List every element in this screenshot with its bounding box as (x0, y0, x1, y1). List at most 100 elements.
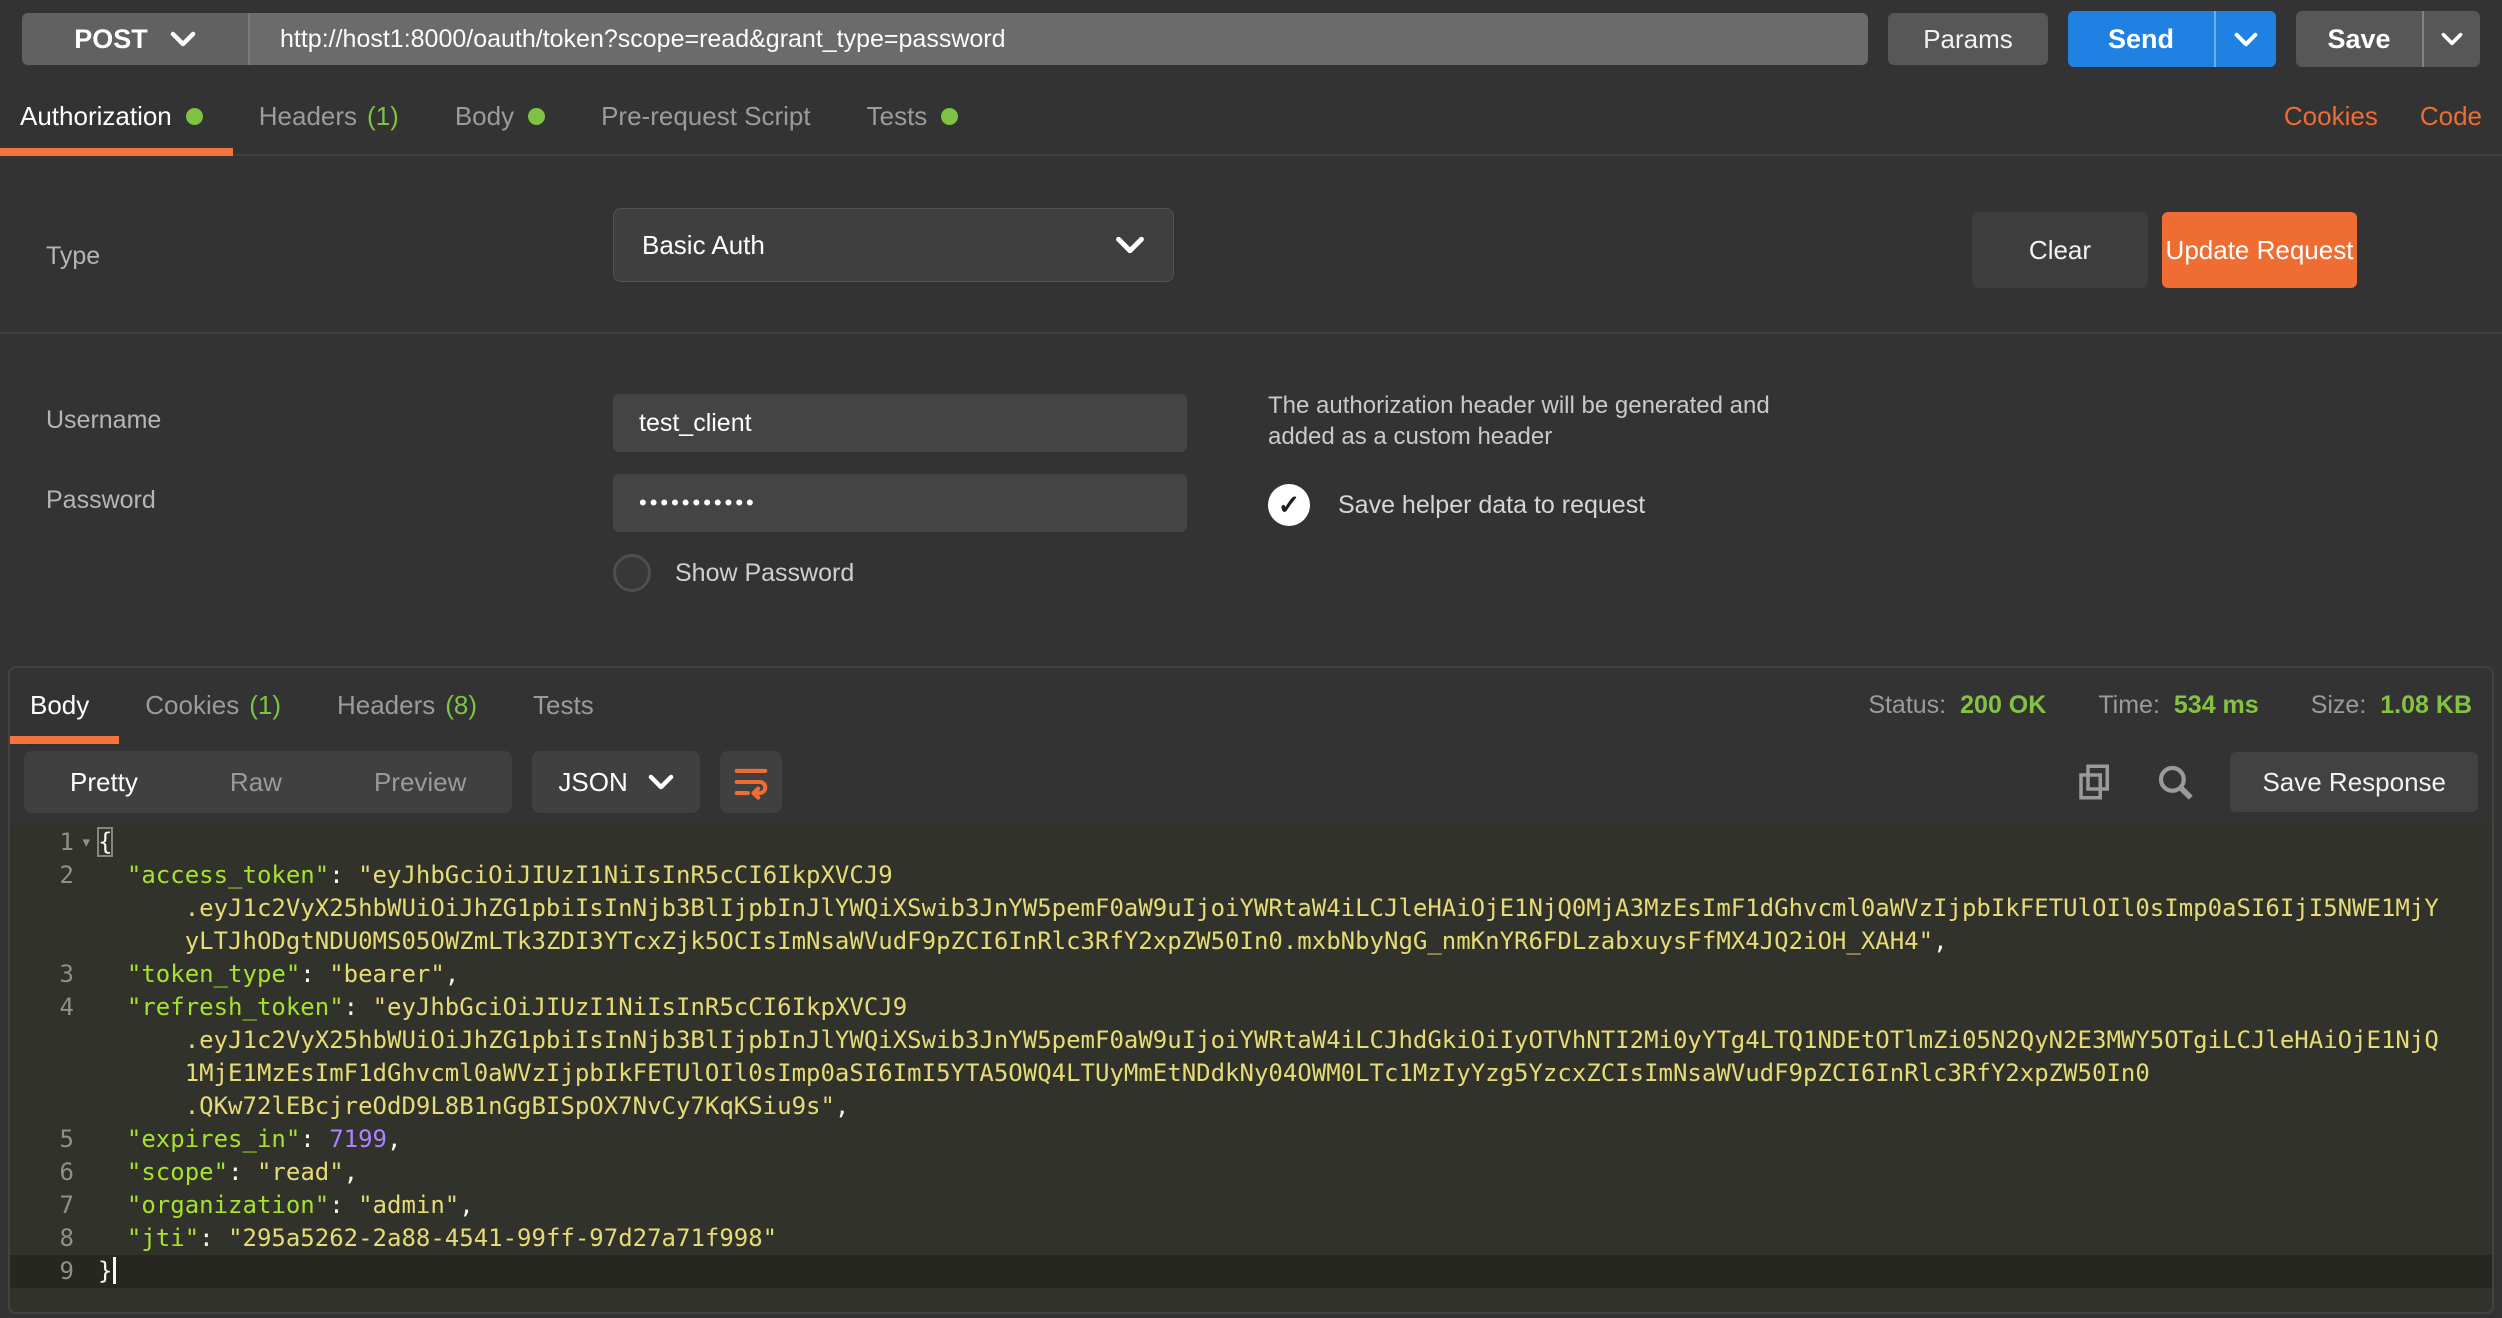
send-options-button[interactable] (2214, 11, 2276, 67)
code-token: "admin" (358, 1191, 459, 1219)
update-request-button[interactable]: Update Request (2162, 212, 2357, 288)
code-token (98, 927, 185, 955)
code-token: "organization" (127, 1191, 329, 1219)
tab-label: Pre-request Script (601, 101, 811, 132)
code-token (98, 1125, 127, 1153)
code-token: "eyJhbGciOiJIUzI1NiIsInR5cCI6IkpXVCJ9 (373, 993, 908, 1021)
copy-button[interactable] (2070, 757, 2120, 807)
code-text: } (92, 1255, 2492, 1288)
tab-headers[interactable]: Headers(1) (259, 78, 399, 154)
clear-button[interactable]: Clear (1972, 212, 2148, 288)
view-mode-preview[interactable]: Preview (328, 767, 512, 798)
code-text: "jti": "295a5262-2a88-4541-99ff-97d27a71… (92, 1222, 2492, 1255)
code-line: 4 "refresh_token": "eyJhbGciOiJIUzI1NiIs… (10, 991, 2492, 1024)
auth-type-dropdown[interactable]: Basic Auth (613, 208, 1174, 282)
save-helper-checkbox[interactable]: ✓ Save helper data to request (1268, 484, 1645, 526)
username-input[interactable]: test_client (613, 394, 1187, 452)
tab-label: Headers (337, 690, 435, 721)
tab-body[interactable]: Body (30, 668, 89, 742)
tab-tests[interactable]: Tests (533, 668, 594, 742)
meta-time: Time:534 ms (2098, 691, 2258, 720)
code-text: .QKw72lEBcjreOdD9L8B1nGgBISpOX7NvCy7KqKS… (92, 1090, 2492, 1123)
line-number (10, 1090, 92, 1123)
view-mode-pretty[interactable]: Pretty (24, 767, 184, 798)
url-input[interactable]: http://host1:8000/oauth/token?scope=read… (250, 13, 1868, 65)
tab-label: Authorization (20, 101, 172, 132)
update-request-label: Update Request (2166, 235, 2354, 266)
code-token (98, 1158, 127, 1186)
meta-size: Size:1.08 KB (2311, 691, 2472, 720)
tab-cookies[interactable]: Cookies(1) (145, 668, 281, 742)
params-button[interactable]: Params (1888, 13, 2048, 65)
code-line: 1MjE1MzEsImF1dGhvcml0aWVzIjpbIkFETUlOIl0… (10, 1057, 2492, 1090)
cookies-link[interactable]: Cookies (2284, 101, 2378, 132)
params-label: Params (1923, 24, 2013, 55)
code-token: "expires_in" (127, 1125, 300, 1153)
code-token (98, 1191, 127, 1219)
request-bar: POST http://host1:8000/oauth/token?scope… (0, 0, 2502, 78)
code-token: , (459, 1191, 473, 1219)
code-token (98, 993, 127, 1021)
wrap-text-icon (732, 763, 770, 801)
tab-label: Tests (533, 690, 594, 721)
code-token: : (199, 1224, 228, 1252)
code-line: .QKw72lEBcjreOdD9L8B1nGgBISpOX7NvCy7KqKS… (10, 1090, 2492, 1123)
meta-value: 1.08 KB (2380, 691, 2472, 720)
fold-caret-icon[interactable]: ▾ (82, 826, 90, 859)
code-token: } (98, 1257, 112, 1285)
wrap-text-button[interactable] (720, 751, 782, 813)
code-text: { (92, 826, 2492, 859)
tab-body[interactable]: Body (455, 78, 545, 154)
line-number (10, 1024, 92, 1057)
language-dropdown[interactable]: JSON (532, 751, 699, 813)
code-token (98, 894, 185, 922)
tab-label: Body (30, 690, 89, 721)
code-token: "eyJhbGciOiJIUzI1NiIsInR5cCI6IkpXVCJ9 (358, 861, 893, 889)
auth-type-value: Basic Auth (642, 230, 765, 261)
save-button[interactable]: Save (2296, 11, 2422, 67)
line-number: 6 (10, 1156, 92, 1189)
password-input[interactable]: ••••••••••• (613, 474, 1187, 532)
checkmark-icon: ✓ (1268, 484, 1310, 526)
send-button-group: Send (2068, 11, 2276, 67)
toolbar-right: Save Response (2070, 752, 2478, 812)
view-mode-group: PrettyRawPreview (24, 751, 512, 813)
url-text: http://host1:8000/oauth/token?scope=read… (280, 25, 1006, 54)
auth-type-row: Type Basic Auth Clear Update Request (0, 156, 2502, 334)
chevron-down-icon (2441, 32, 2463, 46)
code-token: , (344, 1158, 358, 1186)
save-response-button[interactable]: Save Response (2230, 752, 2478, 812)
line-number: 8 (10, 1222, 92, 1255)
code-token: "scope" (127, 1158, 228, 1186)
tab-pre-request-script[interactable]: Pre-request Script (601, 78, 811, 154)
code-token (98, 1092, 185, 1120)
line-number: 2 (10, 859, 92, 892)
search-button[interactable] (2150, 757, 2200, 807)
tab-headers[interactable]: Headers(8) (337, 668, 477, 742)
meta-label: Time: (2098, 691, 2160, 720)
show-password-toggle[interactable]: Show Password (613, 554, 854, 592)
code-token: "refresh_token" (127, 993, 344, 1021)
code-token: "295a5262-2a88-4541-99ff-97d27a71f998" (228, 1224, 777, 1252)
code-line: 7 "organization": "admin", (10, 1189, 2492, 1222)
tab-tests[interactable]: Tests (867, 78, 959, 154)
status-dot-icon (186, 108, 203, 125)
code-link[interactable]: Code (2420, 101, 2482, 132)
tab-label: Cookies (145, 690, 239, 721)
code-token: : (344, 993, 373, 1021)
code-text: "token_type": "bearer", (92, 958, 2492, 991)
view-mode-raw[interactable]: Raw (184, 767, 328, 798)
code-token: : (329, 861, 358, 889)
send-button[interactable]: Send (2068, 11, 2214, 67)
response-body-viewer[interactable]: 1▾{2 "access_token": "eyJhbGciOiJIUzI1Ni… (10, 822, 2492, 1312)
save-options-button[interactable] (2422, 11, 2480, 67)
edge-links: Cookies Code (2284, 78, 2482, 154)
code-token: "access_token" (127, 861, 329, 889)
username-value: test_client (639, 409, 752, 438)
code-token (98, 960, 127, 988)
tab-authorization[interactable]: Authorization (20, 78, 203, 154)
code-text: 1MjE1MzEsImF1dGhvcml0aWVzIjpbIkFETUlOIl0… (92, 1057, 2492, 1090)
text-cursor (113, 1257, 116, 1284)
code-token: "jti" (127, 1224, 199, 1252)
method-dropdown[interactable]: POST (22, 13, 250, 65)
